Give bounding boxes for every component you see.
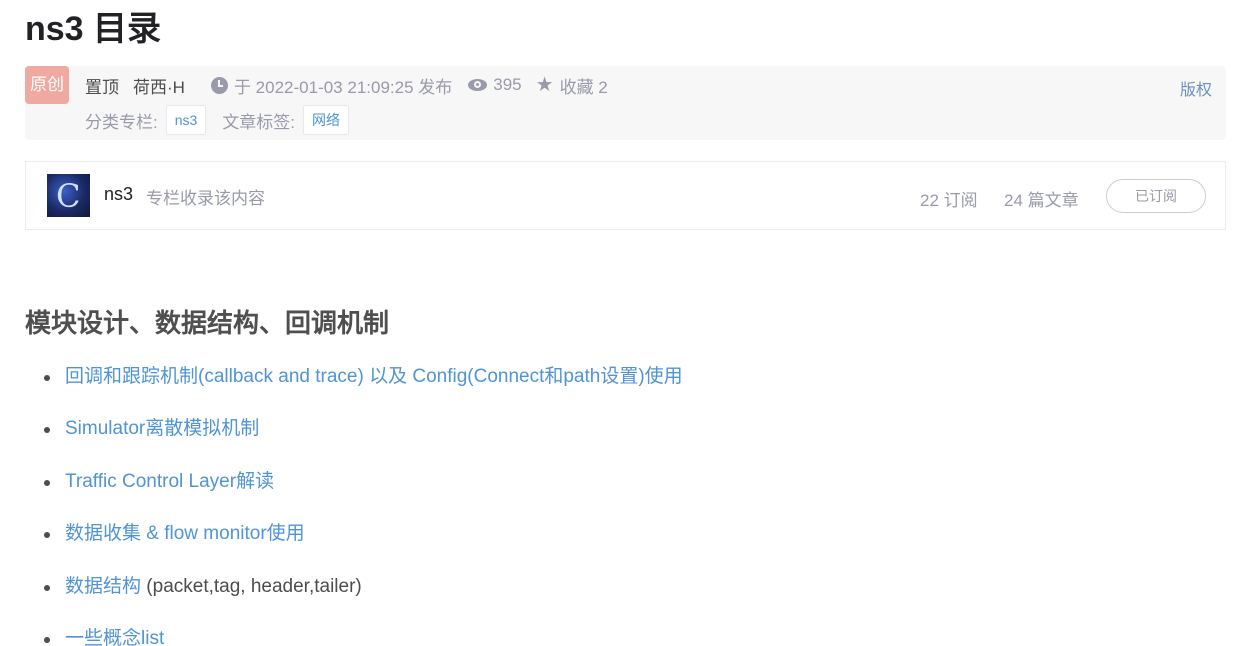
column-name[interactable]: ns3 xyxy=(104,184,133,205)
column-post-count: 24 篇文章 xyxy=(1004,191,1079,210)
toc-link[interactable]: 数据结构 xyxy=(65,576,141,597)
column-subscribers: 22 订阅 xyxy=(920,191,978,210)
author-link[interactable]: 荷西·H xyxy=(133,73,185,98)
publish-time: 于 2022-01-03 21:09:25 发布 xyxy=(233,77,453,97)
copyright-link[interactable]: 版权 xyxy=(1180,76,1212,100)
clock-icon xyxy=(210,76,228,94)
toc-suffix: (packet,tag, header,tailer) xyxy=(141,575,362,597)
column-description: 专栏收录该内容 xyxy=(146,189,265,208)
toc-item: Simulator离散模拟机制 xyxy=(44,412,683,464)
toc-link[interactable]: 一些概念list xyxy=(65,628,164,646)
toc-item: Traffic Control Layer解读 xyxy=(44,465,683,517)
view-count: 395 xyxy=(493,75,522,94)
article-meta-box: 原创 置顶 荷西·H 于 2022-01-03 21:09:25 发布 395 … xyxy=(25,66,1226,140)
eye-icon xyxy=(468,79,488,91)
toc-item: 数据结构 (packet,tag, header,tailer) xyxy=(44,570,683,622)
pinned-label: 置顶 xyxy=(85,77,119,97)
toc-link[interactable]: 数据收集 & flow monitor使用 xyxy=(65,523,305,544)
category-label: 分类专栏: xyxy=(85,112,158,132)
favorite-button[interactable]: 收藏 2 xyxy=(560,73,608,98)
tags-label: 文章标签: xyxy=(222,112,296,132)
page-title: ns3 目录 xyxy=(25,10,162,48)
article-tags-row: 分类专栏: ns3 文章标签: 网络 xyxy=(85,104,365,136)
article-meta-row: 置顶 荷西·H 于 2022-01-03 21:09:25 发布 395 ★ 收… xyxy=(85,72,608,98)
toc-item: 回调和跟踪机制(callback and trace) 以及 Config(Co… xyxy=(44,360,683,412)
category-tag[interactable]: ns3 xyxy=(165,105,207,135)
column-avatar-logo-icon: C xyxy=(56,177,81,215)
toc-link[interactable]: Simulator离散模拟机制 xyxy=(65,418,259,439)
toc-item: 一些概念list xyxy=(44,622,683,646)
toc-list: 回调和跟踪机制(callback and trace) 以及 Config(Co… xyxy=(44,360,683,646)
toc-link[interactable]: 回调和跟踪机制(callback and trace) 以及 Config(Co… xyxy=(65,366,683,387)
toc-item: 数据收集 & flow monitor使用 xyxy=(44,517,683,569)
column-avatar[interactable]: C xyxy=(47,174,90,217)
toc-link[interactable]: Traffic Control Layer解读 xyxy=(65,471,274,492)
star-icon[interactable]: ★ xyxy=(536,75,554,95)
column-card: C ns3 专栏收录该内容 22 订阅 24 篇文章 已订阅 xyxy=(25,161,1226,230)
subscribe-button[interactable]: 已订阅 xyxy=(1106,179,1206,213)
section-heading: 模块设计、数据结构、回调机制 xyxy=(25,308,390,338)
article-tag[interactable]: 网络 xyxy=(303,105,350,135)
original-badge: 原创 xyxy=(25,66,69,104)
